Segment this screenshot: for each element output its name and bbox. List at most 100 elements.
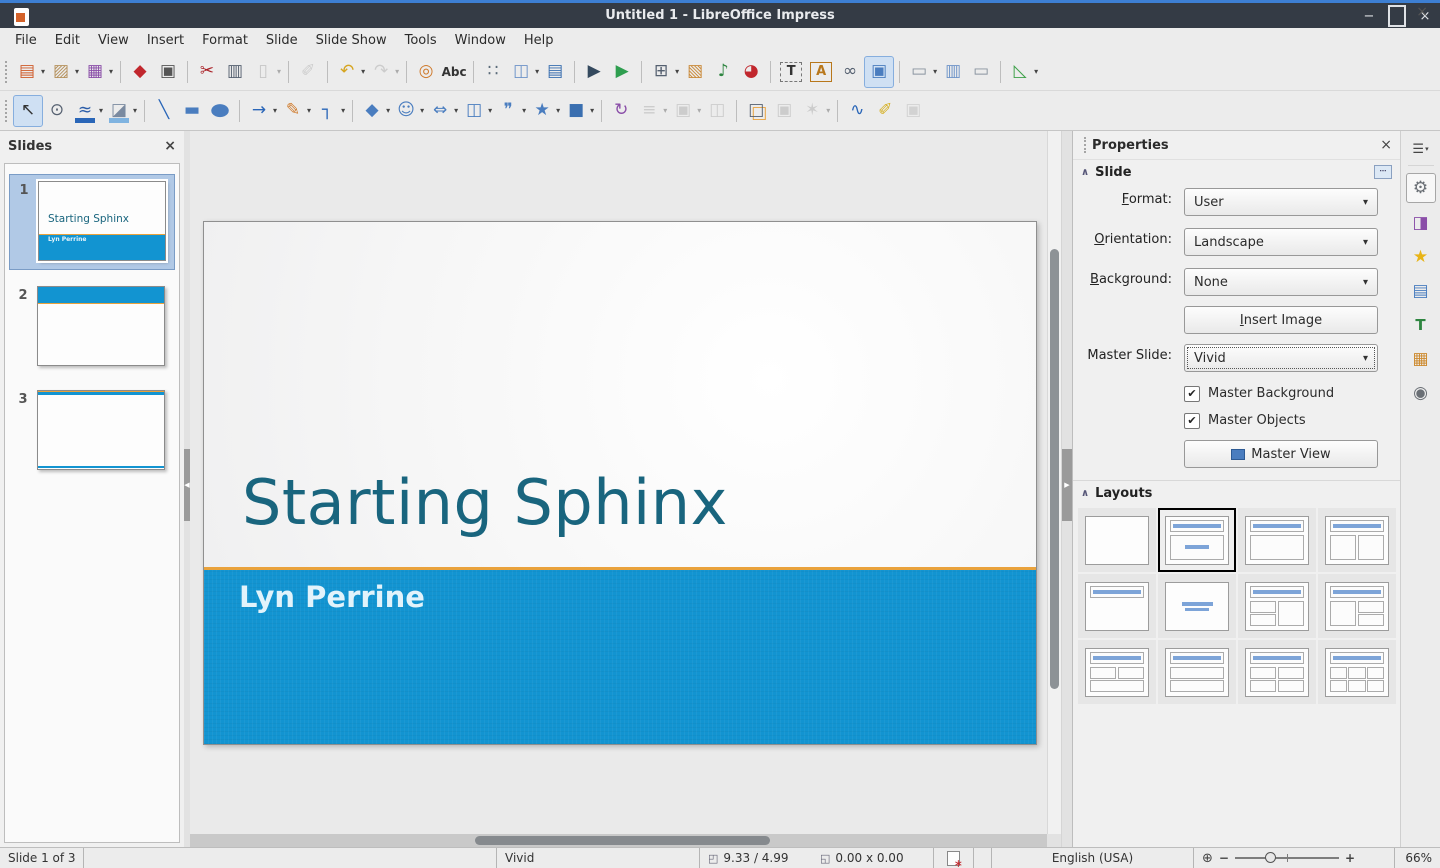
start-from-first-slide-button[interactable]: ▶ — [580, 57, 608, 87]
dropdown-arrow-icon[interactable]: ▾ — [41, 67, 45, 76]
insert-image-button[interactable]: Insert Image — [1184, 306, 1378, 334]
print-button[interactable]: ▣ — [154, 57, 182, 87]
menu-file[interactable]: File — [6, 30, 46, 51]
master-view-button[interactable]: Master View — [1184, 440, 1378, 468]
rectangle-button[interactable]: ▬ — [178, 96, 206, 126]
layout-content-over-content[interactable] — [1158, 640, 1236, 704]
vertical-scrollbar-thumb[interactable] — [1050, 249, 1059, 689]
dropdown-arrow-icon[interactable]: ▾ — [590, 106, 594, 115]
dropdown-arrow-icon[interactable]: ▾ — [307, 106, 311, 115]
show-glue-points-button[interactable]: ✐ — [871, 96, 899, 126]
master-slides-tab[interactable]: ▤ — [1407, 277, 1435, 305]
basic-shapes-button[interactable]: ◆ ▾ — [358, 96, 392, 126]
dropdown-arrow-icon[interactable]: ▾ — [341, 106, 345, 115]
vertical-scrollbar[interactable] — [1047, 131, 1061, 834]
select-button[interactable]: ↖ — [13, 95, 43, 127]
insert-chart-button[interactable]: ◕ — [737, 57, 765, 87]
dropdown-arrow-icon[interactable]: ▾ — [361, 67, 365, 76]
menu-view[interactable]: View — [89, 30, 138, 51]
background-select[interactable]: None ▾ — [1184, 268, 1378, 296]
orientation-select[interactable]: Landscape ▾ — [1184, 228, 1378, 256]
block-arrows-button[interactable]: ⇔ ▾ — [426, 96, 460, 126]
arrange-objects-button[interactable]: ▣ ▾ — [669, 96, 703, 126]
duplicate-slide-button[interactable]: ▥ — [939, 57, 967, 87]
dropdown-arrow-icon[interactable]: ▾ — [488, 106, 492, 115]
edit-points-button[interactable]: ∿ — [843, 96, 871, 126]
layout-2content-content[interactable] — [1238, 574, 1316, 638]
master-slide-select[interactable]: Vivid ▾ — [1184, 344, 1378, 372]
slide-section-header[interactable]: ∧ Slide ⋯ — [1073, 160, 1400, 184]
star-shapes-button[interactable]: ★ ▾ — [528, 96, 562, 126]
layout-title-only[interactable] — [1078, 574, 1156, 638]
dropdown-arrow-icon[interactable]: ▾ — [99, 106, 103, 115]
styles-tab[interactable]: T — [1407, 311, 1435, 339]
undo-button[interactable]: ↶ ▾ — [333, 57, 367, 87]
fit-slide-icon[interactable]: ⊕ — [1202, 851, 1213, 866]
toolbar-drag-handle[interactable] — [5, 100, 7, 122]
insert-media-button[interactable]: ♪ — [709, 57, 737, 87]
align-objects-button[interactable]: ≡ ▾ — [635, 96, 669, 126]
menu-window[interactable]: Window — [446, 30, 515, 51]
layout-4content[interactable] — [1238, 640, 1316, 704]
insert-line-button[interactable]: ╲ — [150, 96, 178, 126]
export-pdf-button[interactable]: ◆ — [126, 57, 154, 87]
insert-text-box-button[interactable]: T — [776, 57, 806, 87]
show-draw-functions-button[interactable]: ▣ — [864, 56, 894, 88]
layout-title-2content[interactable] — [1318, 508, 1396, 572]
3d-objects-button[interactable]: ■ ▾ — [562, 96, 596, 126]
dropdown-arrow-icon[interactable]: ▾ — [522, 106, 526, 115]
dropdown-arrow-icon[interactable]: ▾ — [675, 67, 679, 76]
layout-title-content[interactable] — [1238, 508, 1316, 572]
shadow-button[interactable]: □ — [742, 96, 770, 126]
dropdown-arrow-icon[interactable]: ▾ — [395, 67, 399, 76]
master-objects-checkbox[interactable]: ✔ Master Objects — [1073, 407, 1400, 434]
line-color-button[interactable]: ≈ ▾ — [71, 96, 105, 126]
insert-image-button[interactable]: ▧ — [681, 57, 709, 87]
restore-button[interactable] — [1388, 7, 1406, 25]
format-select[interactable]: User ▾ — [1184, 188, 1378, 216]
dropdown-arrow-icon[interactable]: ▾ — [663, 106, 667, 115]
slide-thumbnail-1[interactable]: 1 Starting Sphinx Lyn Perrine — [9, 174, 175, 270]
slide-title-textframe[interactable]: Starting Sphinx — [242, 466, 728, 539]
lines-and-arrows-button[interactable]: → ▾ — [245, 96, 279, 126]
dropdown-arrow-icon[interactable]: ▾ — [454, 106, 458, 115]
sidebar-splitter[interactable]: ▶ — [1061, 131, 1072, 847]
slide-subtitle-textframe[interactable]: Lyn Perrine — [239, 580, 425, 614]
layout-centered-text[interactable] — [1158, 574, 1236, 638]
connectors-button[interactable]: ┐ ▾ — [313, 96, 347, 126]
zoom-level-status[interactable]: 66% — [1394, 848, 1440, 868]
new-document-button[interactable]: ▤ ▾ — [13, 57, 47, 87]
slide-more-options-icon[interactable]: ⋯ — [1374, 165, 1392, 179]
start-from-current-slide-button[interactable]: ▶ — [608, 57, 636, 87]
dropdown-arrow-icon[interactable]: ▾ — [386, 106, 390, 115]
navigator-tab[interactable]: ◉ — [1407, 379, 1435, 407]
insert-table-button[interactable]: ⊞ ▾ — [647, 57, 681, 87]
dropdown-arrow-icon[interactable]: ▾ — [556, 106, 560, 115]
menu-format[interactable]: Format — [193, 30, 257, 51]
menu-slide[interactable]: Slide — [257, 30, 307, 51]
layout-content-2content[interactable] — [1318, 574, 1396, 638]
ole-object-button[interactable]: ▣ — [899, 96, 927, 126]
ellipse-button[interactable]: ● — [206, 96, 234, 126]
insert-fontwork-button[interactable]: A — [806, 57, 836, 87]
slide-thumbnail-2[interactable]: 2 — [9, 280, 175, 374]
find-replace-button[interactable]: ◎ — [412, 57, 440, 87]
sidebar-settings-button[interactable]: ☰▾ — [1408, 139, 1434, 159]
gallery-tab[interactable]: ▦ — [1407, 345, 1435, 373]
layout-blank[interactable] — [1078, 508, 1156, 572]
symbol-shapes-button[interactable]: ☺ ▾ — [392, 96, 426, 126]
slide-properties-button[interactable]: ◺ ▾ — [1006, 57, 1040, 87]
display-grid-button[interactable]: ∷ — [479, 57, 507, 87]
sidebar-close-button[interactable]: × — [1380, 137, 1392, 153]
zoom-slider[interactable] — [1235, 857, 1339, 859]
clone-formatting-button[interactable]: ✐ — [294, 57, 322, 87]
zoom-out-button[interactable]: − — [1219, 851, 1229, 865]
toolbar-drag-handle[interactable] — [5, 61, 7, 83]
dropdown-arrow-icon[interactable]: ▾ — [273, 106, 277, 115]
slides-panel-close-button[interactable]: × — [164, 138, 176, 154]
dropdown-arrow-icon[interactable]: ▾ — [277, 67, 281, 76]
sidebar-drag-handle[interactable] — [1084, 137, 1086, 153]
paste-button[interactable]: ▯ ▾ — [249, 57, 283, 87]
zoom-slider-thumb[interactable] — [1265, 852, 1276, 863]
collapse-right-icon[interactable]: ▶ — [1062, 449, 1072, 521]
